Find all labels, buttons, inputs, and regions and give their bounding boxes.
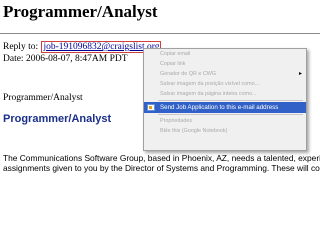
menu-item-copy-email[interactable]: Copiar email [144,49,306,59]
menu-item-save-full-page[interactable]: Salvar imagem da página inteira como... [144,89,306,99]
title-divider [0,33,320,34]
job-description-line: assignments given to you by the Director… [3,163,320,173]
menu-item-label: Copiar email [160,51,191,57]
menu-item-properties[interactable]: Propriedades [144,116,306,126]
posting-date: Date: 2006-08-07, 8:47AM PDT [3,54,128,64]
menu-item-label: Send Job Application to this e-mail addr… [160,104,279,111]
menu-item-qr-generator[interactable]: Gerador de QR e CWG ▸ [144,69,306,79]
menu-item-save-visible[interactable]: Salvar imagem da posição visível como... [144,79,306,89]
menu-item-label: Gerador de QR e CWG [160,71,217,77]
menu-item-label: Propriedades [160,118,193,124]
job-description: The Communications Software Group, based… [3,153,320,173]
job-description-line: The Communications Software Group, based… [3,153,320,163]
menu-separator [158,114,303,115]
reply-to-line: Reply to: job-191096832@craigslist.org [3,41,162,53]
menu-item-label: Bkle this (Google Notebook) [160,128,228,134]
job-title-heading: Programmer/Analyst [3,113,112,125]
menu-item-copy-link[interactable]: Copiar link [144,59,306,69]
application-icon [147,104,155,111]
menu-item-label: Salvar imagem da página inteira como... [160,91,257,97]
menu-item-label: Salvar imagem da posição visível como... [160,81,260,87]
menu-separator [158,100,303,101]
job-title-plain: Programmer/Analyst [3,93,83,103]
menu-item-send-application[interactable]: Send Job Application to this e-mail addr… [144,102,306,113]
context-menu: Copiar email Copiar link Gerador de QR e… [143,48,307,151]
menu-item-google-notebook[interactable]: Bkle this (Google Notebook) [144,126,306,136]
chevron-right-icon: ▸ [298,71,302,77]
page-title: Programmer/Analyst [3,2,158,21]
reply-to-label: Reply to: [3,42,39,52]
menu-item-label: Copiar link [160,61,186,67]
